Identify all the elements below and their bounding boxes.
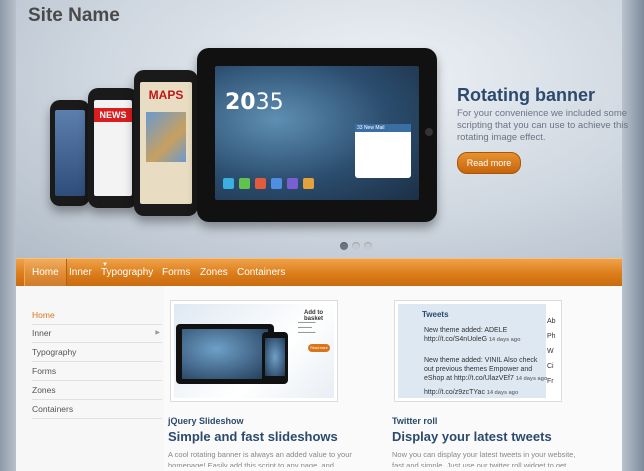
nav-item-home[interactable]: Home bbox=[24, 259, 67, 286]
banner-text: For your convenience we included some sc… bbox=[457, 108, 629, 143]
card-overline: jQuery Slideshow bbox=[168, 416, 244, 426]
tweet-item: http://t.co/z9zcTYac 14 days ago bbox=[424, 389, 519, 396]
sidebar-item-inner[interactable]: Inner ▶ bbox=[32, 324, 162, 343]
maps-label: MAPS bbox=[148, 88, 184, 102]
page-right-frame bbox=[622, 0, 644, 471]
tweet-item: New theme added: VINIL Also check out pr… bbox=[424, 357, 548, 382]
sidebar-item-label: Inner bbox=[32, 328, 52, 338]
sidebar-item-zones[interactable]: Zones bbox=[32, 381, 162, 400]
map-image bbox=[146, 112, 186, 162]
sidebar-item-typography[interactable]: Typography bbox=[32, 343, 162, 362]
slide-dot[interactable] bbox=[352, 242, 360, 250]
news-label: NEWS bbox=[94, 108, 132, 122]
tablet-image bbox=[176, 324, 274, 384]
maps-tablet-image: MAPS bbox=[134, 70, 198, 216]
tablet-app-dock bbox=[223, 178, 314, 190]
card-overline: Twitter roll bbox=[392, 416, 438, 426]
card-title[interactable]: Simple and fast slideshows bbox=[168, 429, 338, 444]
main-navigation: Home Inner ▼ Typography Forms Zones Cont… bbox=[16, 258, 622, 287]
tablet-clock: 2035 bbox=[225, 90, 284, 115]
page-left-frame bbox=[0, 0, 16, 471]
thumbnail-read-more: Read more bbox=[308, 344, 330, 352]
nav-item-containers[interactable]: Containers bbox=[230, 259, 292, 286]
card-title[interactable]: Display your latest tweets bbox=[392, 429, 552, 444]
main-tablet-image: 2035 33 New Mail bbox=[197, 48, 437, 222]
twitter-thumbnail[interactable]: Tweets New theme added: ADELE http://t.c… bbox=[394, 300, 562, 402]
nav-item-typography[interactable]: Typography bbox=[94, 259, 160, 286]
tweets-heading: Tweets bbox=[422, 310, 449, 319]
tweet-item: New theme added: ADELE http://t.co/S4nUo… bbox=[424, 327, 521, 343]
slide-dot[interactable] bbox=[340, 242, 348, 250]
tablet-mail-widget: 33 New Mail bbox=[355, 124, 411, 178]
site-name[interactable]: Site Name bbox=[28, 5, 120, 27]
smartphone-image bbox=[50, 100, 90, 206]
sidebar-item-forms[interactable]: Forms bbox=[32, 362, 162, 381]
rotating-banner: NEWS MAPS 2035 33 New Mail Rotating bann… bbox=[16, 0, 628, 258]
thumbnail-text-lines: ▬▬▬▬▬ ▬▬▬▬ ▬▬▬▬▬ bbox=[298, 320, 316, 334]
card-text: A cool rotating banner is always an adde… bbox=[168, 450, 352, 467]
sidebar-menu: Home Inner ▶ Typography Forms Zones Cont… bbox=[16, 286, 164, 471]
chevron-right-icon: ▶ bbox=[155, 330, 160, 336]
read-more-button[interactable]: Read more bbox=[457, 152, 521, 174]
slideshow-thumbnail[interactable]: Add to basket ▬▬▬▬▬ ▬▬▬▬ ▬▬▬▬▬ Read more bbox=[170, 300, 338, 402]
nav-item-zones[interactable]: Zones bbox=[193, 259, 235, 286]
phone-image bbox=[262, 332, 288, 384]
card-text: Now you can display your latest tweets i… bbox=[392, 450, 576, 467]
slide-dot[interactable] bbox=[364, 242, 372, 250]
news-tablet-image: NEWS bbox=[88, 88, 138, 208]
tablet-camera-icon bbox=[425, 128, 433, 136]
banner-title: Rotating banner bbox=[457, 85, 595, 105]
content-area: Home Inner ▶ Typography Forms Zones Cont… bbox=[16, 286, 622, 471]
slide-indicator bbox=[340, 242, 372, 250]
sidebar-item-containers[interactable]: Containers bbox=[32, 400, 162, 419]
thumbnail-side-column: Ab Ph W Ci Fr bbox=[547, 304, 559, 398]
nav-item-forms[interactable]: Forms bbox=[155, 259, 197, 286]
sidebar-item-home[interactable]: Home bbox=[32, 306, 162, 325]
